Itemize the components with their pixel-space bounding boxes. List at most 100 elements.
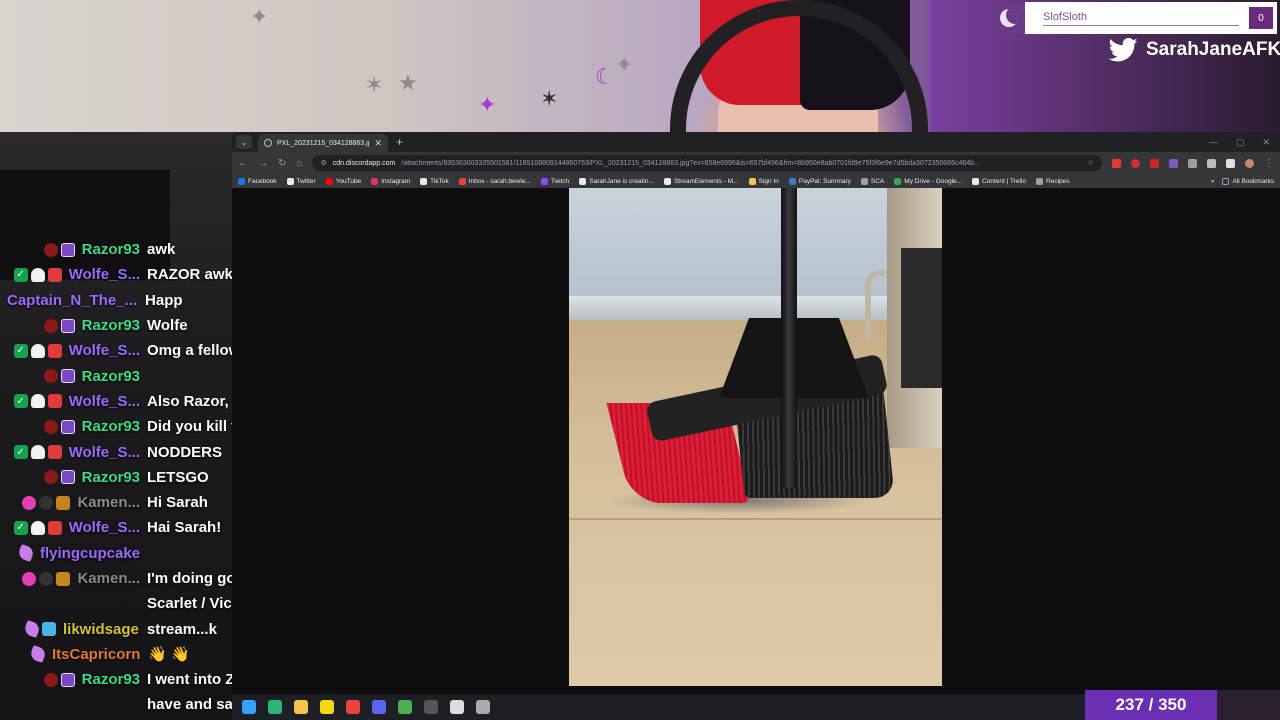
bookmarks-overflow-icon[interactable]: » xyxy=(1211,178,1215,185)
back-button[interactable]: ← xyxy=(238,158,248,169)
new-tab-button[interactable]: + xyxy=(396,135,403,149)
bookmark-item[interactable]: Recipes xyxy=(1036,177,1070,185)
bookmark-item[interactable]: Instagram xyxy=(371,177,410,185)
extension-icon[interactable] xyxy=(1169,158,1178,168)
chat-message: ✓ Wolfe_S... Omg a fellow xyxy=(0,338,232,363)
chat-badges: ✓ xyxy=(13,394,62,409)
close-window-button[interactable]: ✕ xyxy=(1262,137,1270,148)
extension-icon[interactable] xyxy=(1112,158,1121,168)
star-decoration-icon: ✶ xyxy=(540,86,559,111)
bookmark-label: Twitter xyxy=(296,177,316,185)
chat-badge-icon xyxy=(60,369,75,384)
chat-username[interactable]: ItsCapricorn xyxy=(52,646,140,663)
edge-icon[interactable] xyxy=(268,700,282,714)
windows-start-icon[interactable] xyxy=(242,700,256,714)
chat-username[interactable]: Wolfe_S... xyxy=(69,519,140,536)
tab-close-icon[interactable]: ✕ xyxy=(374,138,382,149)
chat-username[interactable]: Wolfe_S... xyxy=(69,393,140,410)
chat-username[interactable]: Wolfe_S... xyxy=(69,342,140,359)
streamer-bot-icon[interactable] xyxy=(476,700,490,714)
browser-tab[interactable]: PXL_20231215_034128863.jpg ✕ xyxy=(258,134,388,152)
chat-username[interactable]: Razor93 xyxy=(82,671,140,688)
bookmark-item[interactable]: Facebook xyxy=(238,177,277,185)
bookmark-item[interactable]: PayPal: Summary xyxy=(788,177,851,185)
chat-badge-icon xyxy=(60,470,75,485)
broom-handle xyxy=(781,188,797,488)
chat-text: NODDERS xyxy=(147,443,223,461)
chat-username[interactable]: Razor93 xyxy=(82,241,140,258)
extension-icon[interactable] xyxy=(1150,158,1159,168)
file-explorer-icon[interactable] xyxy=(294,700,308,714)
chat-badge-icon xyxy=(43,242,58,257)
chat-username[interactable]: Kamen... xyxy=(77,570,140,587)
site-info-icon[interactable]: ⚙ xyxy=(320,159,326,167)
sticky-notes-icon[interactable] xyxy=(320,700,334,714)
tab-strip: ⌄ PXL_20231215_034128863.jpg ✕ + — ▢ ✕ xyxy=(232,132,1280,152)
moon-icon xyxy=(993,2,1025,34)
bookmark-star-icon[interactable]: ☆ xyxy=(1088,159,1094,167)
chat-username[interactable]: Kamen... xyxy=(77,494,140,511)
side-panel-icon[interactable] xyxy=(1226,158,1235,168)
extension-icon[interactable] xyxy=(1131,158,1140,168)
bookmark-favicon-icon xyxy=(540,177,548,185)
chat-text: RAZOR awk xyxy=(147,266,232,284)
bookmark-item[interactable]: Twitch xyxy=(540,177,569,185)
forward-button[interactable]: → xyxy=(258,158,268,169)
chat-message: ✓ Wolfe_S... NODDERS xyxy=(0,439,232,464)
extensions-puzzle-icon[interactable] xyxy=(1207,158,1216,168)
chat-username[interactable]: Wolfe_S... xyxy=(69,444,140,461)
reload-button[interactable]: ↻ xyxy=(278,158,286,169)
bookmark-item[interactable]: Sign In xyxy=(748,177,779,185)
chat-username[interactable]: likwidsage xyxy=(63,621,139,638)
menu-kebab-icon[interactable]: ⋮ xyxy=(1264,158,1274,169)
chat-badge-icon xyxy=(43,369,58,384)
chat-text: Wolfe xyxy=(147,317,188,335)
chat-badge-icon xyxy=(43,318,58,333)
bookmark-item[interactable]: Inbox - sarah.bewle... xyxy=(458,177,531,185)
page-viewport xyxy=(232,188,1280,694)
bookmark-item[interactable]: My Drive - Google... xyxy=(894,177,962,185)
obs-icon[interactable] xyxy=(424,700,438,714)
latest-user-count: 0 xyxy=(1249,7,1273,29)
chat-username[interactable]: Captain_N_The_... xyxy=(7,292,137,309)
discord-icon[interactable] xyxy=(372,700,386,714)
chat-badge-icon xyxy=(56,571,71,586)
extension-icon[interactable] xyxy=(1188,158,1197,168)
folder-icon xyxy=(1222,177,1230,185)
chat-username[interactable]: Razor93 xyxy=(82,469,140,486)
bookmark-label: Content | Trello xyxy=(982,177,1027,185)
chat-username[interactable]: Razor93 xyxy=(82,317,140,334)
bookmark-label: StreamElements - M... xyxy=(673,177,739,185)
chat-username[interactable]: Razor93 xyxy=(82,418,140,435)
bookmark-item[interactable]: SarahJane is creatin... xyxy=(579,177,654,185)
bookmark-favicon-icon xyxy=(325,177,333,185)
address-bar[interactable]: ⚙ cdn.discordapp.com/attachments/9353630… xyxy=(312,155,1102,171)
bookmark-item[interactable]: StreamElements - M... xyxy=(663,177,739,185)
all-bookmarks-folder[interactable]: All Bookmarks xyxy=(1222,177,1274,185)
chrome-profile-icon[interactable] xyxy=(398,700,412,714)
profile-avatar[interactable] xyxy=(1245,158,1254,168)
chat-text: Omg a fellow xyxy=(147,342,232,360)
chat-username[interactable]: flyingcupcake xyxy=(40,545,140,562)
bookmark-favicon-icon xyxy=(788,177,796,185)
chat-username[interactable]: Razor93 xyxy=(82,368,140,385)
bookmark-item[interactable]: YouTube xyxy=(325,177,361,185)
url-path: /attachments/935363003325501581/11851088… xyxy=(401,159,980,167)
app-icon[interactable] xyxy=(450,700,464,714)
minimize-button[interactable]: — xyxy=(1209,137,1218,148)
bookmark-item[interactable]: SCA xyxy=(860,177,884,185)
chat-badge-icon xyxy=(47,343,62,358)
chat-badge-icon xyxy=(23,620,41,639)
broom-photo[interactable] xyxy=(569,188,942,686)
tab-search-button[interactable]: ⌄ xyxy=(236,135,252,149)
chrome-icon[interactable] xyxy=(346,700,360,714)
chat-message: Razor93 xyxy=(0,363,232,388)
bookmark-item[interactable]: TikTok xyxy=(420,177,449,185)
bookmark-item[interactable]: Content | Trello xyxy=(972,177,1027,185)
maximize-button[interactable]: ▢ xyxy=(1236,137,1245,148)
bookmark-item[interactable]: Twitter xyxy=(286,177,316,185)
chat-badge-icon xyxy=(47,520,62,535)
chat-username[interactable]: Wolfe_S... xyxy=(69,266,140,283)
home-button[interactable]: ⌂ xyxy=(296,158,302,169)
chat-badge-icon xyxy=(60,242,75,257)
